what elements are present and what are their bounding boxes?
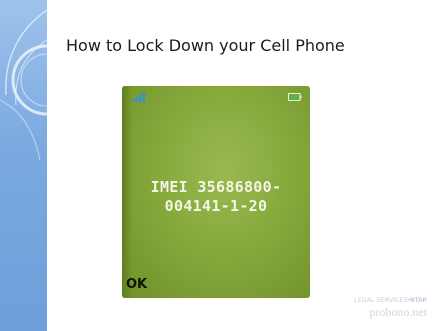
ok-softkey: OK [126,277,148,292]
imei-line-1: IMEI 35686800- [150,178,282,196]
imei-line-2: 004141-1-20 [164,197,268,215]
slide-title: How to Lock Down your Cell Phone [66,36,345,55]
decorative-arcs [0,9,47,161]
slide: How to Lock Down your Cell Phone IMEI 35… [0,0,433,331]
decorative-side-strip [0,0,47,331]
phone-screen-photo: IMEI 35686800- 004141-1-20 OK [122,86,310,298]
footer-brand: LEGAL SERVICES•NTAP probono.net [354,298,427,320]
footer-org-suffix: NTAP [410,298,427,304]
battery-icon [288,93,302,101]
screen-bottom-arc [192,286,252,298]
footer-org-prefix: LEGAL SERVICES [354,298,408,304]
signal-strength-icon [132,92,145,102]
footer-org: LEGAL SERVICES•NTAP [354,298,427,304]
imei-display: IMEI 35686800- 004141-1-20 [122,178,310,216]
footer-site: probono.net [369,305,427,319]
